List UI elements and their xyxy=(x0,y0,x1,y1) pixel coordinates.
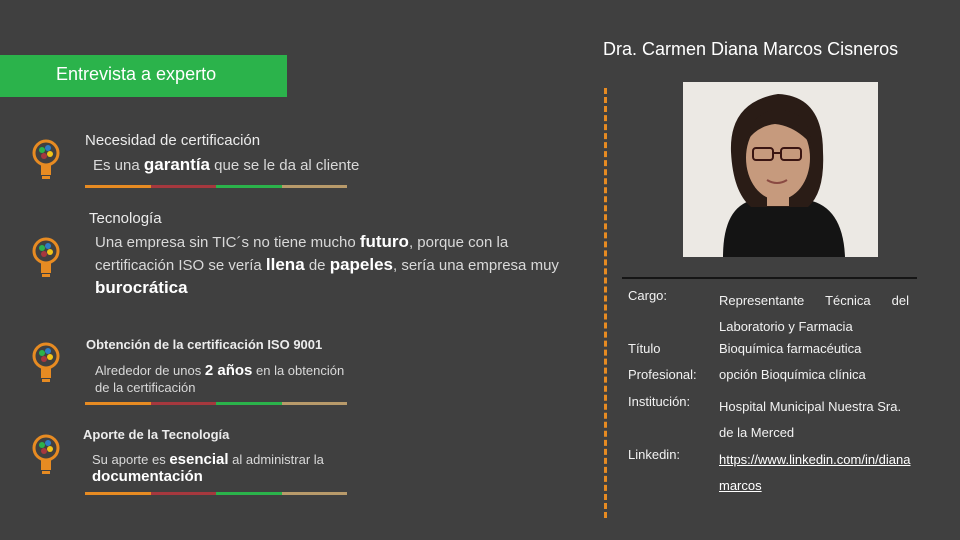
linkedin-label: Linkedin: xyxy=(628,447,681,462)
divider-stripe xyxy=(85,492,347,495)
lightbulb-icon xyxy=(32,139,60,179)
lightbulb-icon xyxy=(32,237,60,277)
linkedin-link[interactable]: https://www.linkedin.com/in/dianamarcos xyxy=(719,447,919,499)
topic-title: Tecnología xyxy=(89,210,162,227)
expert-name: Dra. Carmen Diana Marcos Cisneros xyxy=(603,39,899,59)
section-title: Entrevista a experto xyxy=(56,64,217,84)
topic-title: Obtención de la certificación ISO 9001 xyxy=(86,337,323,352)
expert-photo xyxy=(683,82,878,257)
titulo-label: Título xyxy=(628,341,661,356)
cargo-value: Representante Técnica del Laboratorio y … xyxy=(719,293,909,334)
topic-body: Es una garantía que se le da al cliente xyxy=(93,155,360,174)
divider-stripe xyxy=(85,185,347,188)
topic-body: Su aporte es esencial al administrar la … xyxy=(92,451,324,485)
topic-title: Aporte de la Tecnología xyxy=(83,427,230,442)
institucion-value: Hospital Municipal Nuestra Sra. de la Me… xyxy=(719,399,902,440)
lightbulb-icon xyxy=(32,434,60,474)
topic-body: Alrededor de unos 2 años en la obtención… xyxy=(95,362,345,395)
profesional-label: Profesional: xyxy=(628,367,697,382)
institucion-label: Institución: xyxy=(628,394,691,409)
topic-title: Necesidad de certificación xyxy=(85,132,261,149)
vertical-divider xyxy=(604,88,607,518)
divider-stripe xyxy=(85,402,347,405)
lightbulb-icon xyxy=(32,342,60,382)
cargo-label: Cargo: xyxy=(628,288,668,303)
profile-separator xyxy=(622,277,917,279)
titulo-value: Bioquímica farmacéutica xyxy=(719,341,862,356)
profesional-value: opción Bioquímica clínica xyxy=(719,367,866,382)
topic-body: Una empresa sin TIC´s no tiene mucho fut… xyxy=(95,232,559,297)
